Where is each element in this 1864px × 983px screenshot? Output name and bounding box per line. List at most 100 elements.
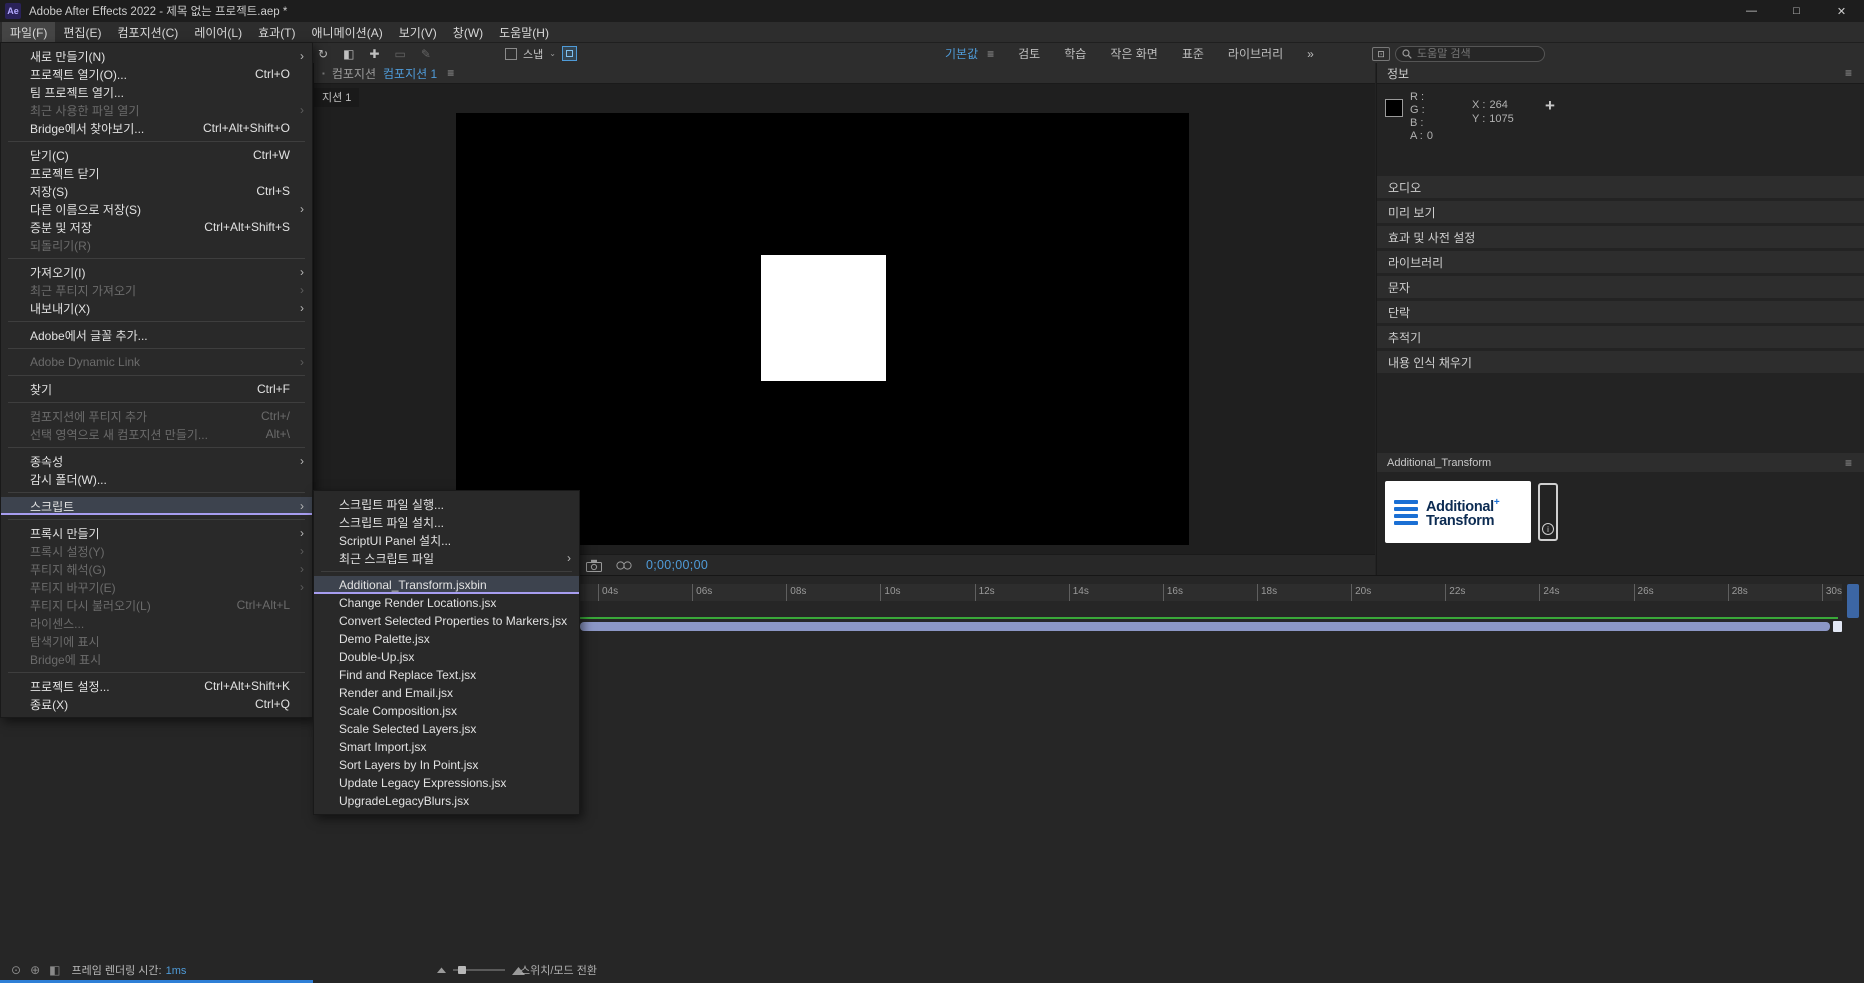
- menu-bar-item[interactable]: 효과(T): [250, 22, 303, 42]
- file-menu-item[interactable]: ›: [1, 254, 312, 263]
- menu-bar-item[interactable]: 애니메이션(A): [304, 22, 391, 42]
- file-menu-item[interactable]: 프로젝트 닫기 ›: [1, 164, 312, 182]
- file-menu-item[interactable]: 컴포지션에 푸티지 추가 Ctrl+/ ›: [1, 407, 312, 425]
- file-menu-item[interactable]: ›: [1, 344, 312, 353]
- menu-bar-item[interactable]: 파일(F): [2, 22, 56, 42]
- file-menu-item[interactable]: 내보내기(X) ›: [1, 299, 312, 317]
- composition-tab-name[interactable]: 컴포지션 1: [383, 65, 437, 82]
- file-menu-item[interactable]: ›: [1, 398, 312, 407]
- info-panel-header[interactable]: 정보 ≡: [1377, 63, 1864, 84]
- composition-viewer[interactable]: [314, 84, 1375, 554]
- current-timecode[interactable]: 0;00;00;00: [646, 558, 708, 572]
- navigator-handle[interactable]: [1833, 621, 1842, 632]
- file-menu-item[interactable]: 선택 영역으로 새 컴포지션 만들기... Alt+\ ›: [1, 425, 312, 443]
- snapshot-camera-icon[interactable]: [586, 559, 602, 572]
- menu-bar-item[interactable]: 도움말(H): [491, 22, 557, 42]
- minimize-button[interactable]: —: [1729, 0, 1774, 22]
- scripts-submenu-item[interactable]: ›: [314, 567, 579, 576]
- scripts-submenu-item[interactable]: 스크립트 파일 실행... ›: [314, 495, 579, 513]
- scripts-submenu-item[interactable]: Additional_Transform.jsxbin ›: [314, 576, 579, 594]
- file-menu-item[interactable]: Bridge에서 찾아보기... Ctrl+Alt+Shift+O ›: [1, 119, 312, 137]
- menu-bar-item[interactable]: 창(W): [445, 22, 491, 42]
- plugin-info-button[interactable]: i: [1538, 483, 1558, 541]
- workspace-tab[interactable]: 검토: [1006, 45, 1052, 62]
- maximize-button[interactable]: □: [1774, 0, 1819, 22]
- composition-panel-label[interactable]: 컴포지션: [332, 65, 376, 82]
- search-field[interactable]: [1395, 46, 1545, 62]
- file-menu-item[interactable]: 스크립트 ›: [1, 497, 312, 515]
- show-snapshot-icon[interactable]: [616, 560, 632, 571]
- file-menu-item[interactable]: 되돌리기(R) ›: [1, 236, 312, 254]
- file-menu-item[interactable]: 종료(X) Ctrl+Q ›: [1, 695, 312, 713]
- collapsed-panel-header[interactable]: 단락: [1377, 301, 1864, 323]
- file-menu-item[interactable]: 푸티지 바꾸기(E) ›: [1, 578, 312, 596]
- timeline-ruler[interactable]: 04s 06s 08s 10s 12s 14s 16s 18s 20s 22s …: [580, 584, 1842, 601]
- workspace-menu-icon[interactable]: ≡: [987, 47, 994, 61]
- scripts-submenu-item[interactable]: Demo Palette.jsx ›: [314, 630, 579, 648]
- snap-chevron-icon[interactable]: ⌄: [549, 49, 556, 58]
- collapsed-panel-header[interactable]: 추적기: [1377, 326, 1864, 348]
- region-of-interest-icon[interactable]: [561, 46, 577, 61]
- file-menu-item[interactable]: ›: [1, 515, 312, 524]
- scripts-submenu-item[interactable]: Convert Selected Properties to Markers.j…: [314, 612, 579, 630]
- file-menu-item[interactable]: 라이센스... ›: [1, 614, 312, 632]
- tool-icon[interactable]: ✚: [369, 47, 379, 61]
- tool-icon[interactable]: ◧: [343, 47, 354, 61]
- file-menu-item[interactable]: 다른 이름으로 저장(S) ›: [1, 200, 312, 218]
- workspace-tab[interactable]: 기본값 ≡: [933, 45, 1006, 62]
- tool-icon[interactable]: ↻: [318, 47, 328, 61]
- file-menu-item[interactable]: 푸티지 다시 불러오기(L) Ctrl+Alt+L ›: [1, 596, 312, 614]
- timeline-vertical-scrollbar[interactable]: [1847, 584, 1859, 618]
- scripts-submenu-item[interactable]: 스크립트 파일 설치... ›: [314, 513, 579, 531]
- file-menu-item[interactable]: 최근 푸티지 가져오기 ›: [1, 281, 312, 299]
- file-menu-item[interactable]: 프록시 설정(Y) ›: [1, 542, 312, 560]
- workspace-tab[interactable]: 표준: [1170, 45, 1216, 62]
- additional-transform-panel-header[interactable]: Additional_Transform ≡: [1377, 453, 1864, 472]
- file-menu-item[interactable]: 프로젝트 열기(O)... Ctrl+O ›: [1, 65, 312, 83]
- file-menu-item[interactable]: ›: [1, 371, 312, 380]
- file-menu-item[interactable]: 닫기(C) Ctrl+W ›: [1, 146, 312, 164]
- file-menu-item[interactable]: 푸티지 해석(G) ›: [1, 560, 312, 578]
- scripts-submenu-item[interactable]: Find and Replace Text.jsx ›: [314, 666, 579, 684]
- scripts-submenu-item[interactable]: 최근 스크립트 파일 ›: [314, 549, 579, 567]
- workspace-tab[interactable]: 학습: [1052, 45, 1098, 62]
- composition-mini-tab[interactable]: 지션 1: [314, 88, 360, 107]
- scripts-submenu-item[interactable]: ScriptUI Panel 설치... ›: [314, 531, 579, 549]
- workspace-tab[interactable]: »: [1295, 47, 1326, 61]
- file-menu-item[interactable]: 프로젝트 설정... Ctrl+Alt+Shift+K ›: [1, 677, 312, 695]
- menu-bar-item[interactable]: 컴포지션(C): [109, 22, 186, 42]
- zoom-slider-thumb[interactable]: [458, 965, 466, 974]
- file-menu-item[interactable]: 종속성 ›: [1, 452, 312, 470]
- file-menu-item[interactable]: Bridge에 표시 ›: [1, 650, 312, 668]
- file-menu-item[interactable]: ›: [1, 137, 312, 146]
- file-menu-item[interactable]: 팀 프로젝트 열기... ›: [1, 83, 312, 101]
- tool-icon[interactable]: ▭: [394, 47, 405, 61]
- scripts-submenu-item[interactable]: Scale Selected Layers.jsx ›: [314, 720, 579, 738]
- file-menu-item[interactable]: 탐색기에 표시 ›: [1, 632, 312, 650]
- file-menu-item[interactable]: 증분 및 저장 Ctrl+Alt+Shift+S ›: [1, 218, 312, 236]
- file-menu-item[interactable]: ›: [1, 668, 312, 677]
- workspace-tab[interactable]: 작은 화면: [1098, 45, 1170, 62]
- file-menu-item[interactable]: Adobe에서 글꼴 추가... ›: [1, 326, 312, 344]
- file-menu-item[interactable]: Adobe Dynamic Link ›: [1, 353, 312, 371]
- workspace-search-icon[interactable]: ⊡: [1372, 47, 1390, 61]
- info-panel-menu-icon[interactable]: ≡: [1845, 66, 1852, 80]
- collapsed-panel-header[interactable]: 라이브러리: [1377, 251, 1864, 273]
- file-menu-item[interactable]: 찾기 Ctrl+F ›: [1, 380, 312, 398]
- status-icon[interactable]: ⊕: [30, 963, 40, 977]
- collapsed-panel-header[interactable]: 효과 및 사전 설정: [1377, 226, 1864, 248]
- white-solid-layer[interactable]: [761, 255, 886, 381]
- scripts-submenu-item[interactable]: Smart Import.jsx ›: [314, 738, 579, 756]
- menu-bar-item[interactable]: 편집(E): [55, 22, 109, 42]
- menu-bar-item[interactable]: 레이어(L): [186, 22, 250, 42]
- panel-menu-icon[interactable]: ≡: [447, 66, 454, 80]
- scripts-submenu-item[interactable]: UpgradeLegacyBlurs.jsx ›: [314, 792, 579, 810]
- file-menu-item[interactable]: 최근 사용한 파일 열기 ›: [1, 101, 312, 119]
- file-menu-item[interactable]: ›: [1, 317, 312, 326]
- workspace-tab[interactable]: 라이브러리: [1216, 45, 1295, 62]
- collapsed-panel-header[interactable]: 내용 인식 채우기: [1377, 351, 1864, 373]
- scripts-submenu-item[interactable]: Update Legacy Expressions.jsx ›: [314, 774, 579, 792]
- zoom-out-mountain-icon[interactable]: [437, 966, 446, 973]
- close-button[interactable]: ✕: [1819, 0, 1864, 22]
- snap-checkbox[interactable]: [505, 47, 517, 60]
